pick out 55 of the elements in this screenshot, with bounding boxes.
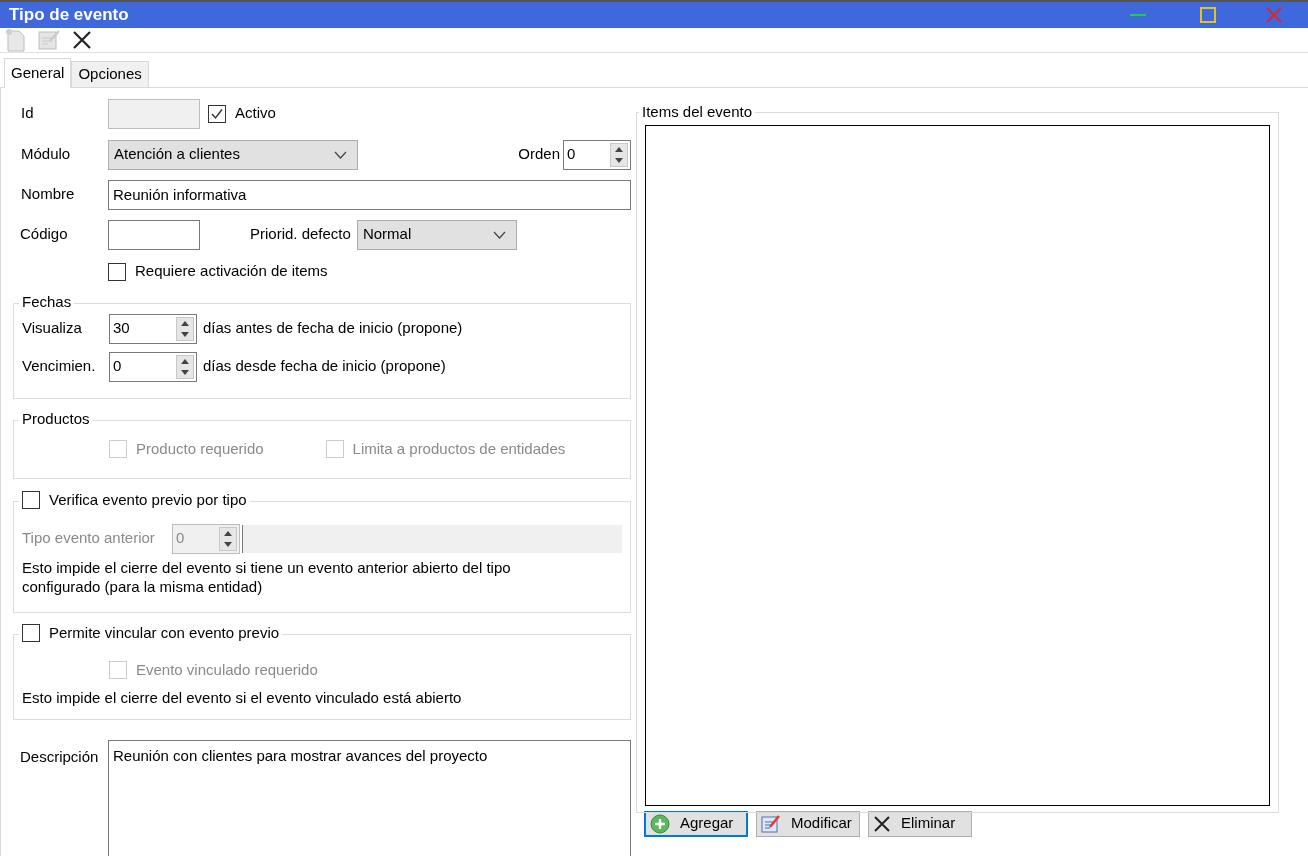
field-label: Visualiza — [22, 318, 83, 339]
action-button[interactable]: Modificar — [756, 810, 860, 837]
close-icon — [873, 814, 891, 833]
checkbox-label: Activo — [235, 103, 276, 124]
module-dropdown[interactable]: Atención a clientes — [108, 139, 358, 170]
group-title: Productos — [22, 409, 90, 427]
chevron-down-icon — [334, 150, 347, 159]
checkbox[interactable] — [22, 623, 40, 642]
field-label: Id — [20, 103, 35, 124]
priority-dropdown[interactable]: Normal — [356, 219, 517, 250]
field-label: Módulo — [20, 144, 72, 165]
checkbox-label: Limita a productos de entidades — [352, 438, 566, 459]
spin-arrows-icon[interactable] — [176, 316, 194, 341]
code-field[interactable] — [108, 219, 200, 250]
action-button[interactable]: Agregar — [644, 810, 748, 837]
spin-arrows-icon[interactable] — [610, 142, 628, 167]
checkbox-label: Permite vincular con evento previo — [49, 622, 280, 643]
help-text: Esto impide el cierre del evento si el evento vinculado está abierto — [22, 688, 463, 708]
tab[interactable]: Opciones — [71, 60, 149, 87]
group-title: Fechas — [22, 292, 72, 310]
spin-arrows-icon[interactable] — [176, 354, 194, 379]
description-field[interactable]: Reunión con clientes para mostrar avances del proyecto — [108, 739, 631, 856]
field-label: Orden — [518, 144, 560, 165]
checkbox-label: Evento vinculado requerido — [136, 659, 318, 680]
help-text: Esto impide el cierre del evento si tiene un evento anterior abierto del tipo configurado (para la misma entidad) — [22, 557, 512, 596]
window-title: Tipo de evento — [9, 4, 130, 26]
checkbox-label: Verifica evento previo por tipo — [49, 489, 247, 510]
chevron-down-icon — [492, 230, 506, 239]
field-label: Vencimien. — [22, 356, 97, 377]
plus-circle-icon — [650, 813, 670, 834]
new-document-icon[interactable] — [4, 27, 26, 52]
field-label: Nombre — [20, 184, 76, 205]
tab[interactable]: General — [4, 57, 72, 88]
maximize-icon — [1200, 6, 1216, 23]
number-spinner[interactable]: 0 — [109, 351, 197, 382]
minimize-icon — [1130, 13, 1146, 16]
checkbox-label: Requiere activación de items — [135, 261, 328, 282]
action-button[interactable]: Eliminar — [868, 810, 972, 837]
spin-arrows-icon[interactable] — [219, 526, 237, 551]
field-label: Código — [19, 224, 69, 245]
number-spinner[interactable]: 30 — [109, 313, 197, 344]
field-label: Tipo evento anterior — [22, 528, 156, 549]
checkbox[interactable] — [208, 104, 226, 123]
checkbox-label: Producto requerido — [136, 438, 264, 459]
field-label: Priorid. defecto — [250, 224, 351, 245]
edit-document-icon — [761, 813, 781, 834]
delete-icon[interactable] — [72, 29, 92, 50]
checkbox[interactable] — [108, 262, 126, 281]
field-label: Descripción — [19, 746, 100, 767]
field-hint: días desde fecha de inicio (propone) — [203, 356, 446, 377]
name-field[interactable]: Reunión informativa — [108, 179, 631, 210]
close-icon — [1266, 6, 1282, 23]
field-hint: días antes de fecha de inicio (propone) — [203, 318, 463, 339]
order-spinner[interactable]: 0 — [563, 139, 631, 170]
event-type-field[interactable] — [242, 524, 622, 553]
